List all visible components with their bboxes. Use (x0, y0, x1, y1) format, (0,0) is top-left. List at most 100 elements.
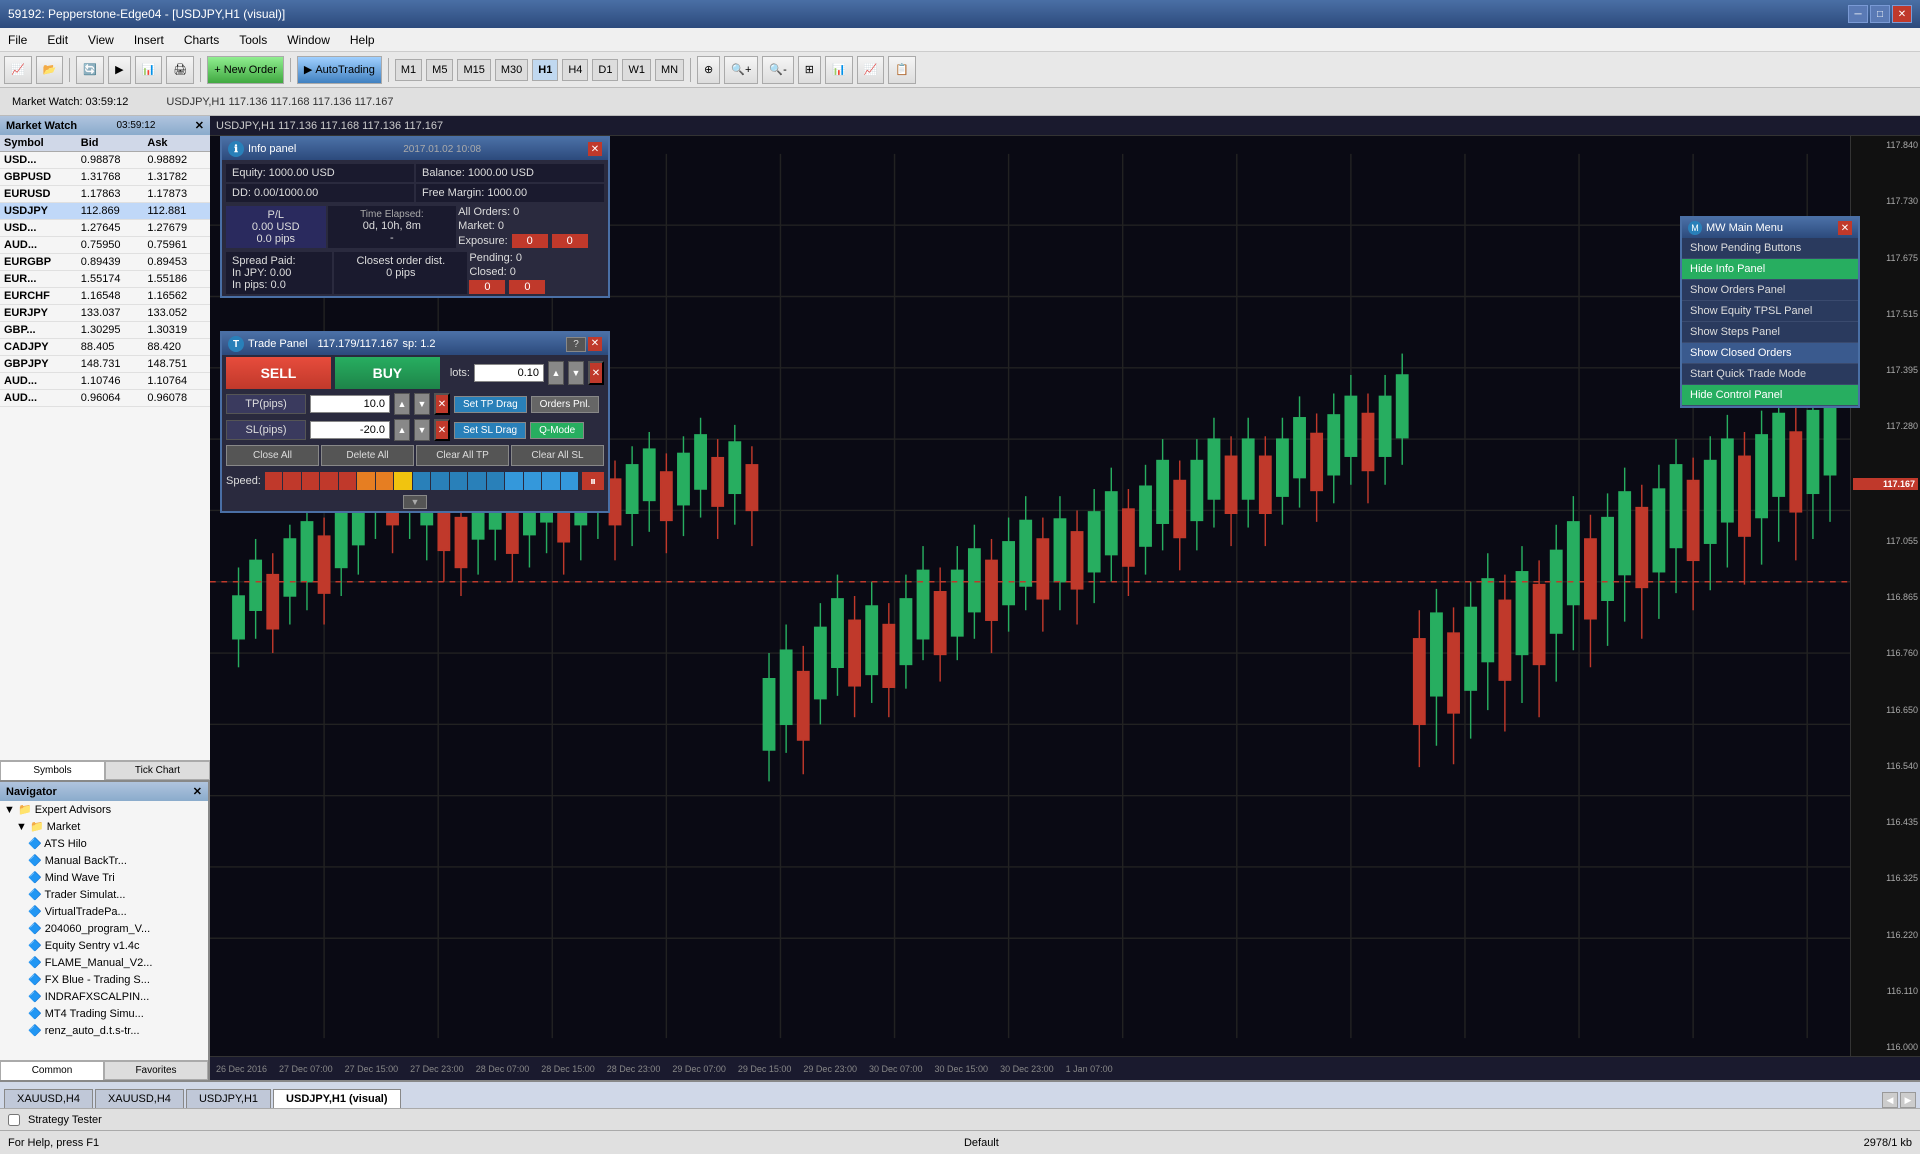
mw-row[interactable]: AUD... 1.10746 1.10764 (0, 373, 210, 390)
menu-insert[interactable]: Insert (130, 31, 168, 49)
autotrading-button[interactable]: ▶ AutoTrading (297, 56, 382, 84)
navigator-close[interactable]: ✕ (193, 785, 202, 798)
mw-row[interactable]: USD... 1.27645 1.27679 (0, 220, 210, 237)
mw-row[interactable]: GBP... 1.30295 1.30319 (0, 322, 210, 339)
strategy-tester-checkbox[interactable] (8, 1114, 20, 1126)
q-mode-button[interactable]: Q-Mode (530, 422, 584, 439)
sl-up-button[interactable]: ▲ (394, 419, 410, 441)
sl-input[interactable] (310, 421, 390, 439)
mw-row[interactable]: CADJPY 88.405 88.420 (0, 339, 210, 356)
menu-charts[interactable]: Charts (180, 31, 223, 49)
mw-row[interactable]: AUD... 0.96064 0.96078 (0, 390, 210, 407)
period-m5[interactable]: M5 (426, 59, 453, 81)
speed-pause-button[interactable]: ⏸ (582, 472, 604, 490)
set-tp-drag-button[interactable]: Set TP Drag (454, 396, 527, 413)
tp-close-button[interactable]: ✕ (434, 393, 450, 415)
period-m30[interactable]: M30 (495, 59, 528, 81)
mw-row-selected[interactable]: USDJPY 112.869 112.881 (0, 203, 210, 220)
maximize-button[interactable]: □ (1870, 5, 1890, 23)
toolbar-print[interactable]: 🖨 (166, 56, 194, 84)
toolbar-vol[interactable]: 📊 (825, 56, 853, 84)
mw-row[interactable]: EUR... 1.55174 1.55186 (0, 271, 210, 288)
info-panel-close[interactable]: ✕ (588, 142, 602, 156)
menu-tools[interactable]: Tools (235, 31, 271, 49)
lots-down-button[interactable]: ▼ (568, 361, 584, 385)
menu-view[interactable]: View (84, 31, 118, 49)
toolbar-open[interactable]: 📂 (36, 56, 64, 84)
tab-usdjpy-h1[interactable]: USDJPY,H1 (186, 1089, 271, 1108)
nav-mt4-trading[interactable]: 🔷 MT4 Trading Simu... (0, 1005, 208, 1022)
period-mn[interactable]: MN (655, 59, 684, 81)
tab-tick-chart[interactable]: Tick Chart (105, 761, 210, 780)
mw-row[interactable]: EURCHF 1.16548 1.16562 (0, 288, 210, 305)
trade-panel-close[interactable]: ✕ (588, 337, 602, 351)
lots-input[interactable] (474, 364, 544, 382)
toolbar-indicators[interactable]: 📈 (857, 56, 885, 84)
tab-xauusd-h4-1[interactable]: XAUUSD,H4 (4, 1089, 93, 1108)
nav-expert-advisors[interactable]: ▼ 📁 Expert Advisors (0, 801, 208, 818)
menu-window[interactable]: Window (283, 31, 334, 49)
period-m15[interactable]: M15 (457, 59, 490, 81)
nav-virtual-trade[interactable]: 🔷 VirtualTradePa... (0, 903, 208, 920)
mw-menu-hide-info[interactable]: Hide Info Panel (1682, 259, 1858, 280)
nav-market[interactable]: ▼ 📁 Market (0, 818, 208, 835)
toolbar-forward[interactable]: ▶ (108, 56, 130, 84)
tab-favorites[interactable]: Favorites (104, 1061, 208, 1080)
sl-down-button[interactable]: ▼ (414, 419, 430, 441)
mw-row[interactable]: EURUSD 1.17863 1.17873 (0, 186, 210, 203)
mw-row[interactable]: USD... 0.98878 0.98892 (0, 152, 210, 169)
mw-menu-hide-control[interactable]: Hide Control Panel (1682, 385, 1858, 406)
tab-common[interactable]: Common (0, 1061, 104, 1080)
minimize-button[interactable]: ─ (1848, 5, 1868, 23)
mw-row[interactable]: EURGBP 0.89439 0.89453 (0, 254, 210, 271)
toolbar-zoom-out[interactable]: 🔍- (762, 56, 793, 84)
toolbar-grid[interactable]: ⊞ (798, 56, 821, 84)
tab-xauusd-h4-2[interactable]: XAUUSD,H4 (95, 1089, 184, 1108)
clear-all-tp-button[interactable]: Clear All TP (416, 445, 509, 466)
nav-manual-backtr[interactable]: 🔷 Manual BackTr... (0, 852, 208, 869)
nav-flame[interactable]: 🔷 FLAME_Manual_V2... (0, 954, 208, 971)
mw-row[interactable]: AUD... 0.75950 0.75961 (0, 237, 210, 254)
tp-down-button[interactable]: ▼ (414, 393, 430, 415)
mw-row[interactable]: GBPUSD 1.31768 1.31782 (0, 169, 210, 186)
nav-equity-sentry[interactable]: 🔷 Equity Sentry v1.4c (0, 937, 208, 954)
tab-scroll-right[interactable]: ▶ (1900, 1092, 1916, 1108)
toolbar-refresh[interactable]: 🔄 (76, 56, 104, 84)
close-button[interactable]: ✕ (1892, 5, 1912, 23)
lots-up-button[interactable]: ▲ (548, 361, 564, 385)
orders-pnl-button[interactable]: Orders Pnl. (531, 396, 600, 413)
menu-help[interactable]: Help (346, 31, 379, 49)
trade-help-button[interactable]: ? (566, 337, 586, 352)
toolbar-crosshair[interactable]: ⊕ (697, 56, 720, 84)
toolbar-history[interactable]: 📊 (135, 56, 163, 84)
menu-edit[interactable]: Edit (43, 31, 72, 49)
mw-menu-show-steps[interactable]: Show Steps Panel (1682, 322, 1858, 343)
menu-file[interactable]: File (4, 31, 31, 49)
nav-renz[interactable]: 🔷 renz_auto_d.t.s-tr... (0, 1022, 208, 1039)
mw-menu-quick-trade[interactable]: Start Quick Trade Mode (1682, 364, 1858, 385)
nav-mind-wave-tri[interactable]: 🔷 Mind Wave Tri (0, 869, 208, 886)
tab-usdjpy-h1-visual[interactable]: USDJPY,H1 (visual) (273, 1089, 400, 1108)
period-h4[interactable]: H4 (562, 59, 588, 81)
tab-scroll-left[interactable]: ◀ (1882, 1092, 1898, 1108)
sell-button[interactable]: SELL (226, 357, 331, 389)
period-d1[interactable]: D1 (592, 59, 618, 81)
mw-menu-show-equity-tpsl[interactable]: Show Equity TPSL Panel (1682, 301, 1858, 322)
delete-all-button[interactable]: Delete All (321, 445, 414, 466)
toolbar-zoom-in[interactable]: 🔍+ (724, 56, 758, 84)
mw-row[interactable]: GBPJPY 148.731 148.751 (0, 356, 210, 373)
nav-indra[interactable]: 🔷 INDRAFXSCALPIN... (0, 988, 208, 1005)
mw-menu-show-closed[interactable]: Show Closed Orders (1682, 343, 1858, 364)
trade-dropdown-button[interactable]: ▼ (403, 495, 427, 509)
new-order-button[interactable]: + New Order (207, 56, 284, 84)
mw-row[interactable]: EURJPY 133.037 133.052 (0, 305, 210, 322)
mw-menu-show-pending[interactable]: Show Pending Buttons (1682, 238, 1858, 259)
lots-close-button[interactable]: ✕ (588, 361, 604, 385)
toolbar-templates[interactable]: 📋 (888, 56, 916, 84)
mw-menu-close[interactable]: ✕ (1838, 221, 1852, 235)
tp-input[interactable] (310, 395, 390, 413)
period-w1[interactable]: W1 (622, 59, 651, 81)
buy-button[interactable]: BUY (335, 357, 440, 389)
period-m1[interactable]: M1 (395, 59, 422, 81)
close-all-button[interactable]: Close All (226, 445, 319, 466)
